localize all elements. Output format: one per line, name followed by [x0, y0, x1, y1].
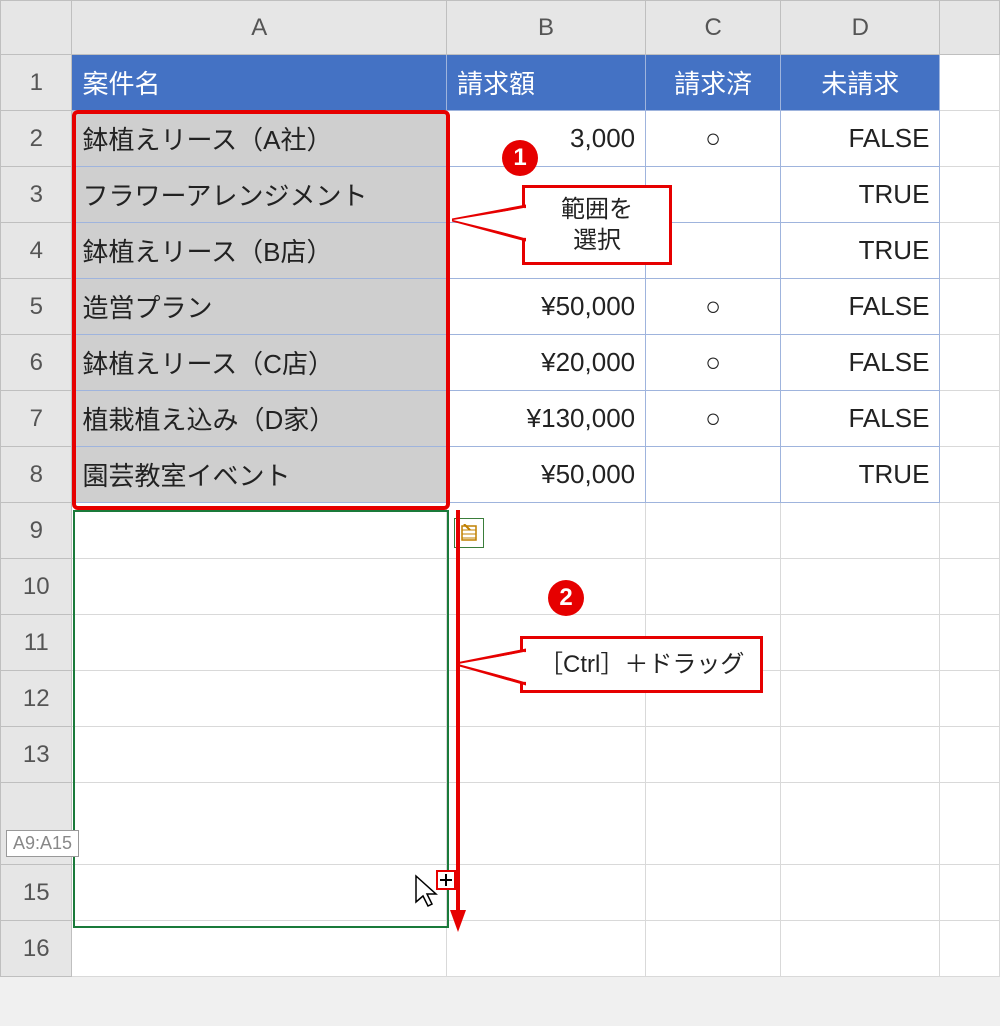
cell-E10[interactable] [940, 559, 1000, 615]
cell-E7[interactable] [940, 391, 1000, 447]
row-header-1[interactable]: 1 [1, 55, 72, 111]
select-all-corner[interactable] [1, 1, 72, 55]
cell-A9[interactable] [72, 503, 446, 559]
cell-E2[interactable] [940, 111, 1000, 167]
row-header-6[interactable]: 6 [1, 335, 72, 391]
col-header-D[interactable]: D [781, 1, 940, 55]
cell-E16[interactable] [940, 921, 1000, 977]
row-header-4[interactable]: 4 [1, 223, 72, 279]
row-header-3[interactable]: 3 [1, 167, 72, 223]
cell-A16[interactable] [72, 921, 446, 977]
row-header-2[interactable]: 2 [1, 111, 72, 167]
annotation-badge-2: 2 [548, 580, 584, 616]
cell-D10[interactable] [781, 559, 940, 615]
cell-D15[interactable] [781, 865, 940, 921]
cell-E11[interactable] [940, 615, 1000, 671]
cell-D9[interactable] [781, 503, 940, 559]
cell-A10[interactable] [72, 559, 446, 615]
col-header-B[interactable]: B [446, 1, 645, 55]
cell-A8[interactable]: 園芸教室イベント [72, 447, 446, 503]
cell-A14[interactable] [72, 783, 446, 865]
cell-E12[interactable] [940, 671, 1000, 727]
cell-C6[interactable]: ○ [646, 335, 781, 391]
cell-D11[interactable] [781, 615, 940, 671]
cell-D2[interactable]: FALSE [781, 111, 940, 167]
cell-E15[interactable] [940, 865, 1000, 921]
cell-E1[interactable] [940, 55, 1000, 111]
cell-D1[interactable]: 未請求 [781, 55, 940, 111]
cell-D5[interactable]: FALSE [781, 279, 940, 335]
cell-E3[interactable] [940, 167, 1000, 223]
cell-C2[interactable]: ○ [646, 111, 781, 167]
cell-C5[interactable]: ○ [646, 279, 781, 335]
col-header-C[interactable]: C [646, 1, 781, 55]
cell-E8[interactable] [940, 447, 1000, 503]
cell-D3[interactable]: TRUE [781, 167, 940, 223]
row-header-16[interactable]: 16 [1, 921, 72, 977]
cell-A5[interactable]: 造営プラン [72, 279, 446, 335]
row-header-11[interactable]: 11 [1, 615, 72, 671]
cell-A12[interactable] [72, 671, 446, 727]
cell-B1[interactable]: 請求額 [446, 55, 645, 111]
row-header-5[interactable]: 5 [1, 279, 72, 335]
plus-cursor-icon [436, 870, 456, 890]
row-header-7[interactable]: 7 [1, 391, 72, 447]
annotation-callout-1: 範囲を 選択 [522, 185, 672, 265]
cell-E4[interactable] [940, 223, 1000, 279]
cell-A7[interactable]: 植栽植え込み（D家） [72, 391, 446, 447]
cell-E9[interactable] [940, 503, 1000, 559]
cell-E13[interactable] [940, 727, 1000, 783]
row-header-15[interactable]: 15 [1, 865, 72, 921]
annotation-callout-2: ［Ctrl］＋ドラッグ [520, 636, 763, 693]
cell-B15[interactable] [446, 865, 645, 921]
cell-A4[interactable]: 鉢植えリース（B店） [72, 223, 446, 279]
col-header-E[interactable] [940, 1, 1000, 55]
annotation-badge-1: 1 [502, 140, 538, 176]
cell-A3[interactable]: フラワーアレンジメント [72, 167, 446, 223]
paste-options-icon[interactable] [454, 518, 484, 548]
cell-C15[interactable] [646, 865, 781, 921]
cell-C14[interactable] [646, 783, 781, 865]
cell-B6[interactable]: ¥20,000 [446, 335, 645, 391]
cell-A13[interactable] [72, 727, 446, 783]
cell-D13[interactable] [781, 727, 940, 783]
row-header-13[interactable]: 13 [1, 727, 72, 783]
row-header-10[interactable]: 10 [1, 559, 72, 615]
cell-D14[interactable] [781, 783, 940, 865]
cell-B13[interactable] [446, 727, 645, 783]
col-header-A[interactable]: A [72, 1, 446, 55]
cell-D8[interactable]: TRUE [781, 447, 940, 503]
cell-B5[interactable]: ¥50,000 [446, 279, 645, 335]
cell-A6[interactable]: 鉢植えリース（C店） [72, 335, 446, 391]
cell-D6[interactable]: FALSE [781, 335, 940, 391]
cell-A2[interactable]: 鉢植えリース（A社） [72, 111, 446, 167]
cell-A11[interactable] [72, 615, 446, 671]
cell-C16[interactable] [646, 921, 781, 977]
cell-C10[interactable] [646, 559, 781, 615]
cell-B10[interactable] [446, 559, 645, 615]
cell-B16[interactable] [446, 921, 645, 977]
cell-E6[interactable] [940, 335, 1000, 391]
cell-E14[interactable] [940, 783, 1000, 865]
cell-A15[interactable] [72, 865, 446, 921]
cell-E5[interactable] [940, 279, 1000, 335]
cell-B8[interactable]: ¥50,000 [446, 447, 645, 503]
cell-D4[interactable]: TRUE [781, 223, 940, 279]
cell-B2[interactable]: 3,000 [446, 111, 645, 167]
cell-B7[interactable]: ¥130,000 [446, 391, 645, 447]
cell-D16[interactable] [781, 921, 940, 977]
cell-C13[interactable] [646, 727, 781, 783]
cell-A1[interactable]: 案件名 [72, 55, 446, 111]
cell-D7[interactable]: FALSE [781, 391, 940, 447]
cell-C8[interactable] [646, 447, 781, 503]
cell-B14[interactable] [446, 783, 645, 865]
cell-D12[interactable] [781, 671, 940, 727]
row-header-12[interactable]: 12 [1, 671, 72, 727]
row-header-9[interactable]: 9 [1, 503, 72, 559]
cell-C1[interactable]: 請求済 [646, 55, 781, 111]
row-header-8[interactable]: 8 [1, 447, 72, 503]
range-tooltip: A9:A15 [6, 830, 79, 857]
cell-C9[interactable] [646, 503, 781, 559]
cell-C7[interactable]: ○ [646, 391, 781, 447]
